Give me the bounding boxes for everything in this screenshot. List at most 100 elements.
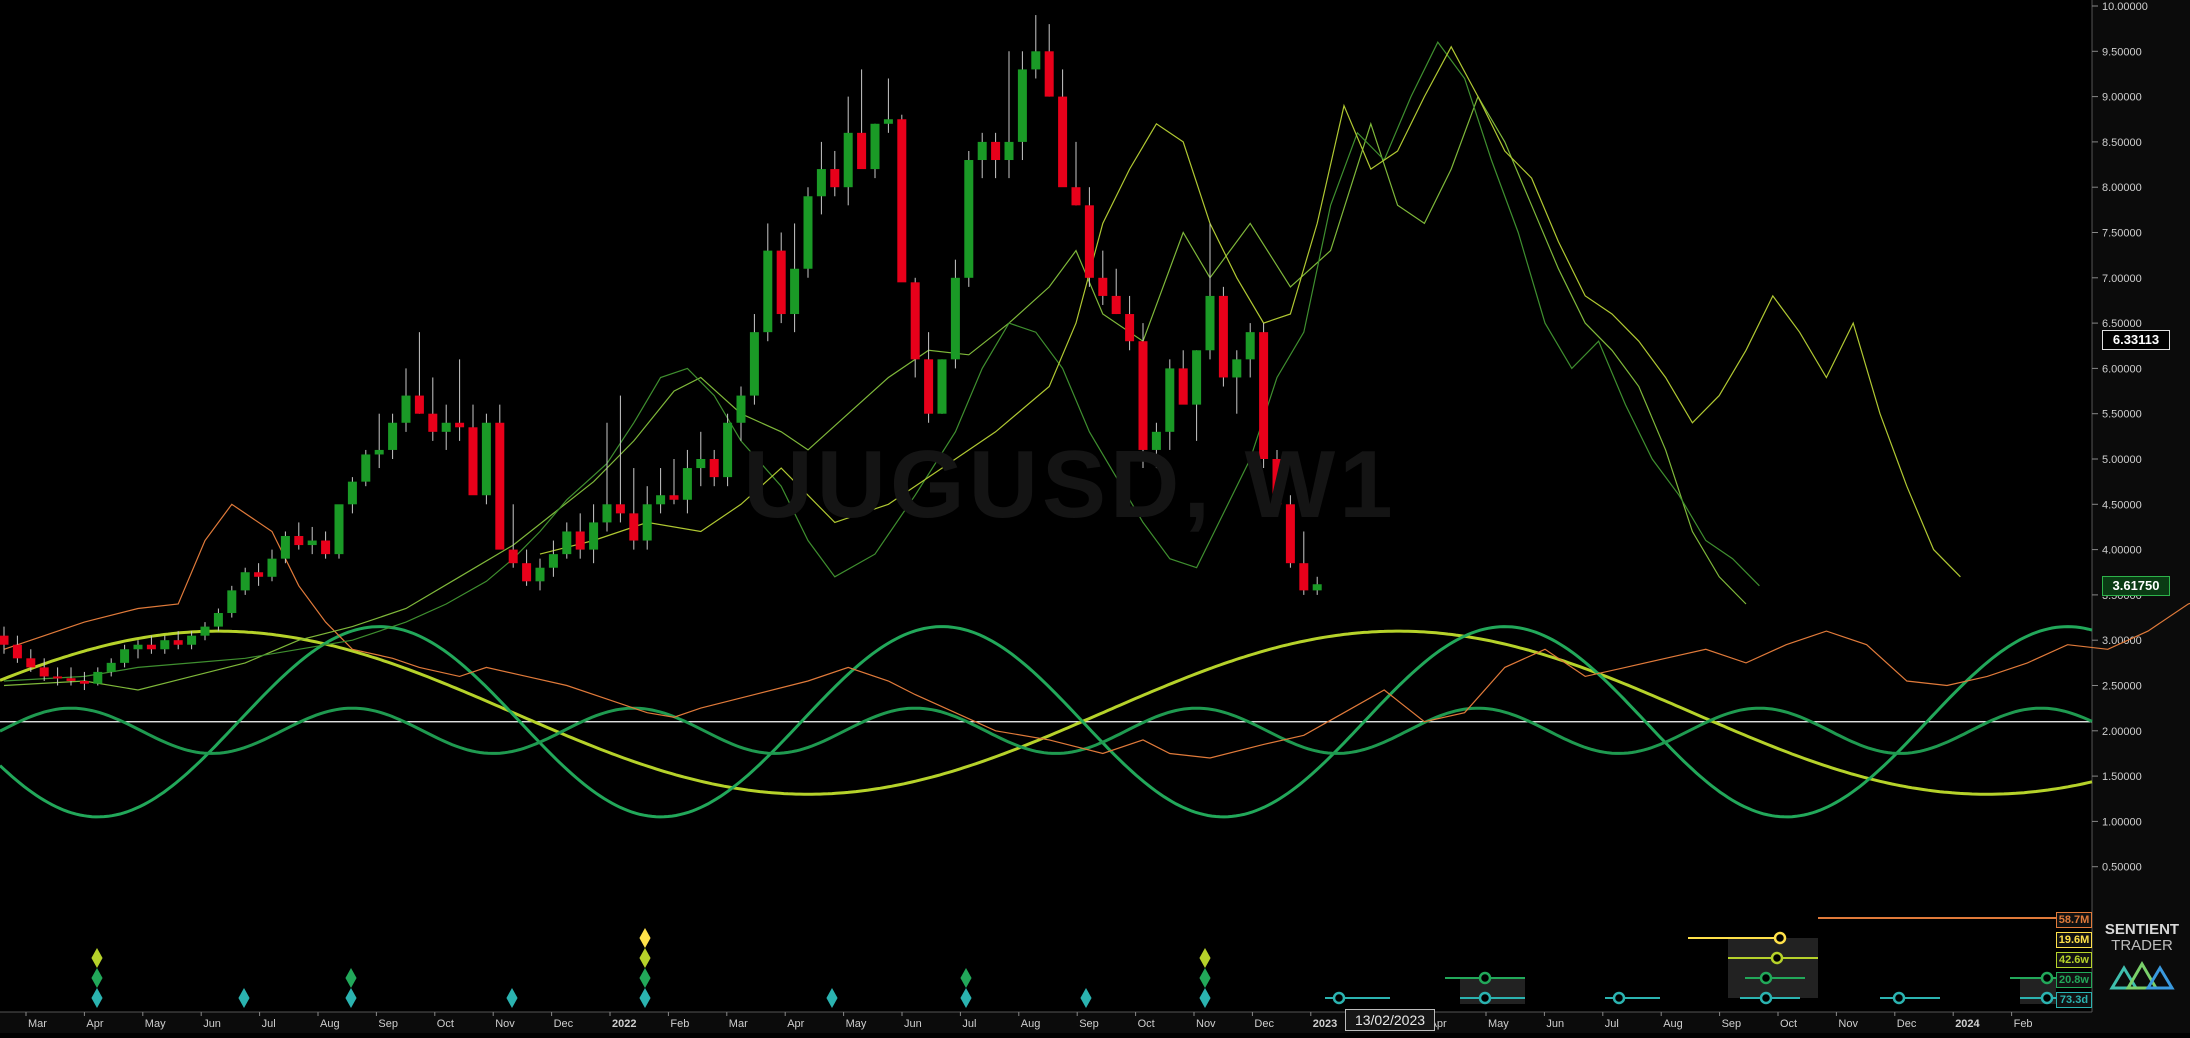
candle-body — [950, 277, 960, 360]
last-price-label: 6.33113 — [2102, 330, 2170, 350]
cycle-diamond-icon — [91, 987, 103, 1009]
x-tick-label: Oct — [1138, 1018, 1155, 1030]
cycle-trough-marker-icon — [1612, 991, 1626, 1005]
x-tick-label: Jun — [203, 1018, 221, 1030]
cycle-diamond-icon — [639, 947, 651, 969]
x-tick-label: May — [846, 1018, 867, 1030]
y-tick-label: 1.00000 — [2102, 816, 2142, 828]
candle-body — [26, 658, 36, 668]
hurst-label-42-6w: 42.6w — [2056, 952, 2092, 968]
y-tick-label: 2.00000 — [2102, 726, 2142, 738]
cycle-trough-marker-icon — [1773, 931, 1787, 945]
series-58.7M — [3, 503, 2190, 759]
candle-body — [589, 522, 599, 550]
candle-body — [160, 640, 170, 650]
y-tick-label: 1.50000 — [2102, 771, 2142, 783]
x-tick-label: Feb — [670, 1018, 689, 1030]
candle-body — [39, 667, 49, 677]
cycle-trough-marker-icon — [1478, 971, 1492, 985]
candle-body — [280, 536, 290, 559]
x-tick-label: Sep — [378, 1018, 398, 1030]
cycle-diamond-icon — [960, 987, 972, 1009]
candle-body — [1312, 584, 1322, 591]
x-tick-label: Apr — [787, 1018, 804, 1030]
x-tick-label: Oct — [1780, 1018, 1797, 1030]
y-tick-label: 6.00000 — [2102, 363, 2142, 375]
candle-body — [937, 359, 947, 414]
candle-body — [656, 495, 666, 505]
y-tick-label: 7.00000 — [2102, 273, 2142, 285]
y-tick-label: 6.50000 — [2102, 318, 2142, 330]
candle-body — [977, 141, 987, 161]
brand-name: SENTIENT — [2104, 921, 2180, 938]
x-tick-label: Dec — [1254, 1018, 1274, 1030]
cycle-diamond-icon — [826, 987, 838, 1009]
candle-body — [910, 282, 920, 360]
x-tick-label: Sep — [1722, 1018, 1742, 1030]
candle-body — [388, 422, 398, 450]
sentient-trader-logo-icon — [2109, 961, 2175, 990]
candle-body — [240, 572, 250, 591]
candle-body — [736, 395, 746, 423]
x-tick-label: Dec — [1897, 1018, 1917, 1030]
chart-area[interactable]: UUGUSD, W1 0.50000 1.00000 1.50000 2.00000 2… — [0, 0, 2190, 1033]
candle-body — [1111, 295, 1121, 315]
candle-body — [535, 567, 545, 582]
candle-body — [93, 671, 103, 684]
candle-body — [615, 504, 625, 514]
cycle-diamond-icon — [1199, 987, 1211, 1009]
cycle-trough-marker-icon — [1759, 971, 1773, 985]
candle-body — [1084, 205, 1094, 278]
x-tick-label: Aug — [1663, 1018, 1683, 1030]
candle-body — [575, 531, 585, 550]
candle-body — [1125, 314, 1135, 342]
candle-body — [1044, 51, 1054, 97]
candle-body — [522, 563, 532, 582]
cycle-trough-marker-icon — [1478, 991, 1492, 1005]
candle-body — [401, 395, 411, 423]
candle-body — [441, 422, 451, 432]
hurst-label-19-6m: 19.6M — [2056, 932, 2092, 948]
candle-body — [267, 558, 277, 577]
candle-body — [1245, 332, 1255, 360]
candle-body — [669, 495, 679, 500]
y-tick-label: 5.50000 — [2102, 409, 2142, 421]
candle-body — [120, 649, 130, 663]
brand-sub: TRADER — [2111, 937, 2173, 954]
candle-body — [307, 540, 317, 546]
candle-body — [53, 676, 63, 679]
hurst-label-20-8w: 20.8w — [2056, 972, 2092, 988]
candle-body — [361, 454, 371, 482]
x-tick-label: Oct — [437, 1018, 454, 1030]
x-tick-label: Nov — [1196, 1018, 1216, 1030]
candle-body — [455, 422, 465, 428]
y-tick-label: 8.50000 — [2102, 137, 2142, 149]
y-tick-label: 2.50000 — [2102, 681, 2142, 693]
candle-body — [602, 504, 612, 523]
x-tick-label: Jul — [1605, 1018, 1619, 1030]
x-tick-label: Apr — [86, 1018, 103, 1030]
cycle-diamond-icon — [506, 987, 518, 1009]
x-tick-label: Mar — [28, 1018, 47, 1030]
cycle-diamond-icon — [345, 967, 357, 989]
cycle-trough-marker-icon — [1759, 991, 1773, 1005]
candle-body — [321, 540, 331, 555]
candle-body — [79, 680, 89, 684]
candle-body — [843, 132, 853, 188]
symbol-watermark: UUGUSD, W1 — [743, 431, 1397, 538]
candle-body — [1192, 350, 1202, 405]
candle-body — [187, 635, 197, 645]
cycle-diamond-icon — [639, 927, 651, 949]
cycle-diamond-icon — [1199, 947, 1211, 969]
x-tick-label: 2023 — [1313, 1018, 1337, 1030]
cycle-diamond-icon — [91, 967, 103, 989]
candle-body — [991, 141, 1001, 161]
x-tick-label: 2022 — [612, 1018, 636, 1030]
x-tick-label: Nov — [495, 1018, 515, 1030]
y-tick-label: 0.50000 — [2102, 862, 2142, 874]
x-tick-label: Jun — [1546, 1018, 1564, 1030]
candle-body — [857, 132, 867, 170]
candle-body — [146, 644, 156, 650]
x-tick-label: Jul — [962, 1018, 976, 1030]
y-tick-label: 4.00000 — [2102, 545, 2142, 557]
